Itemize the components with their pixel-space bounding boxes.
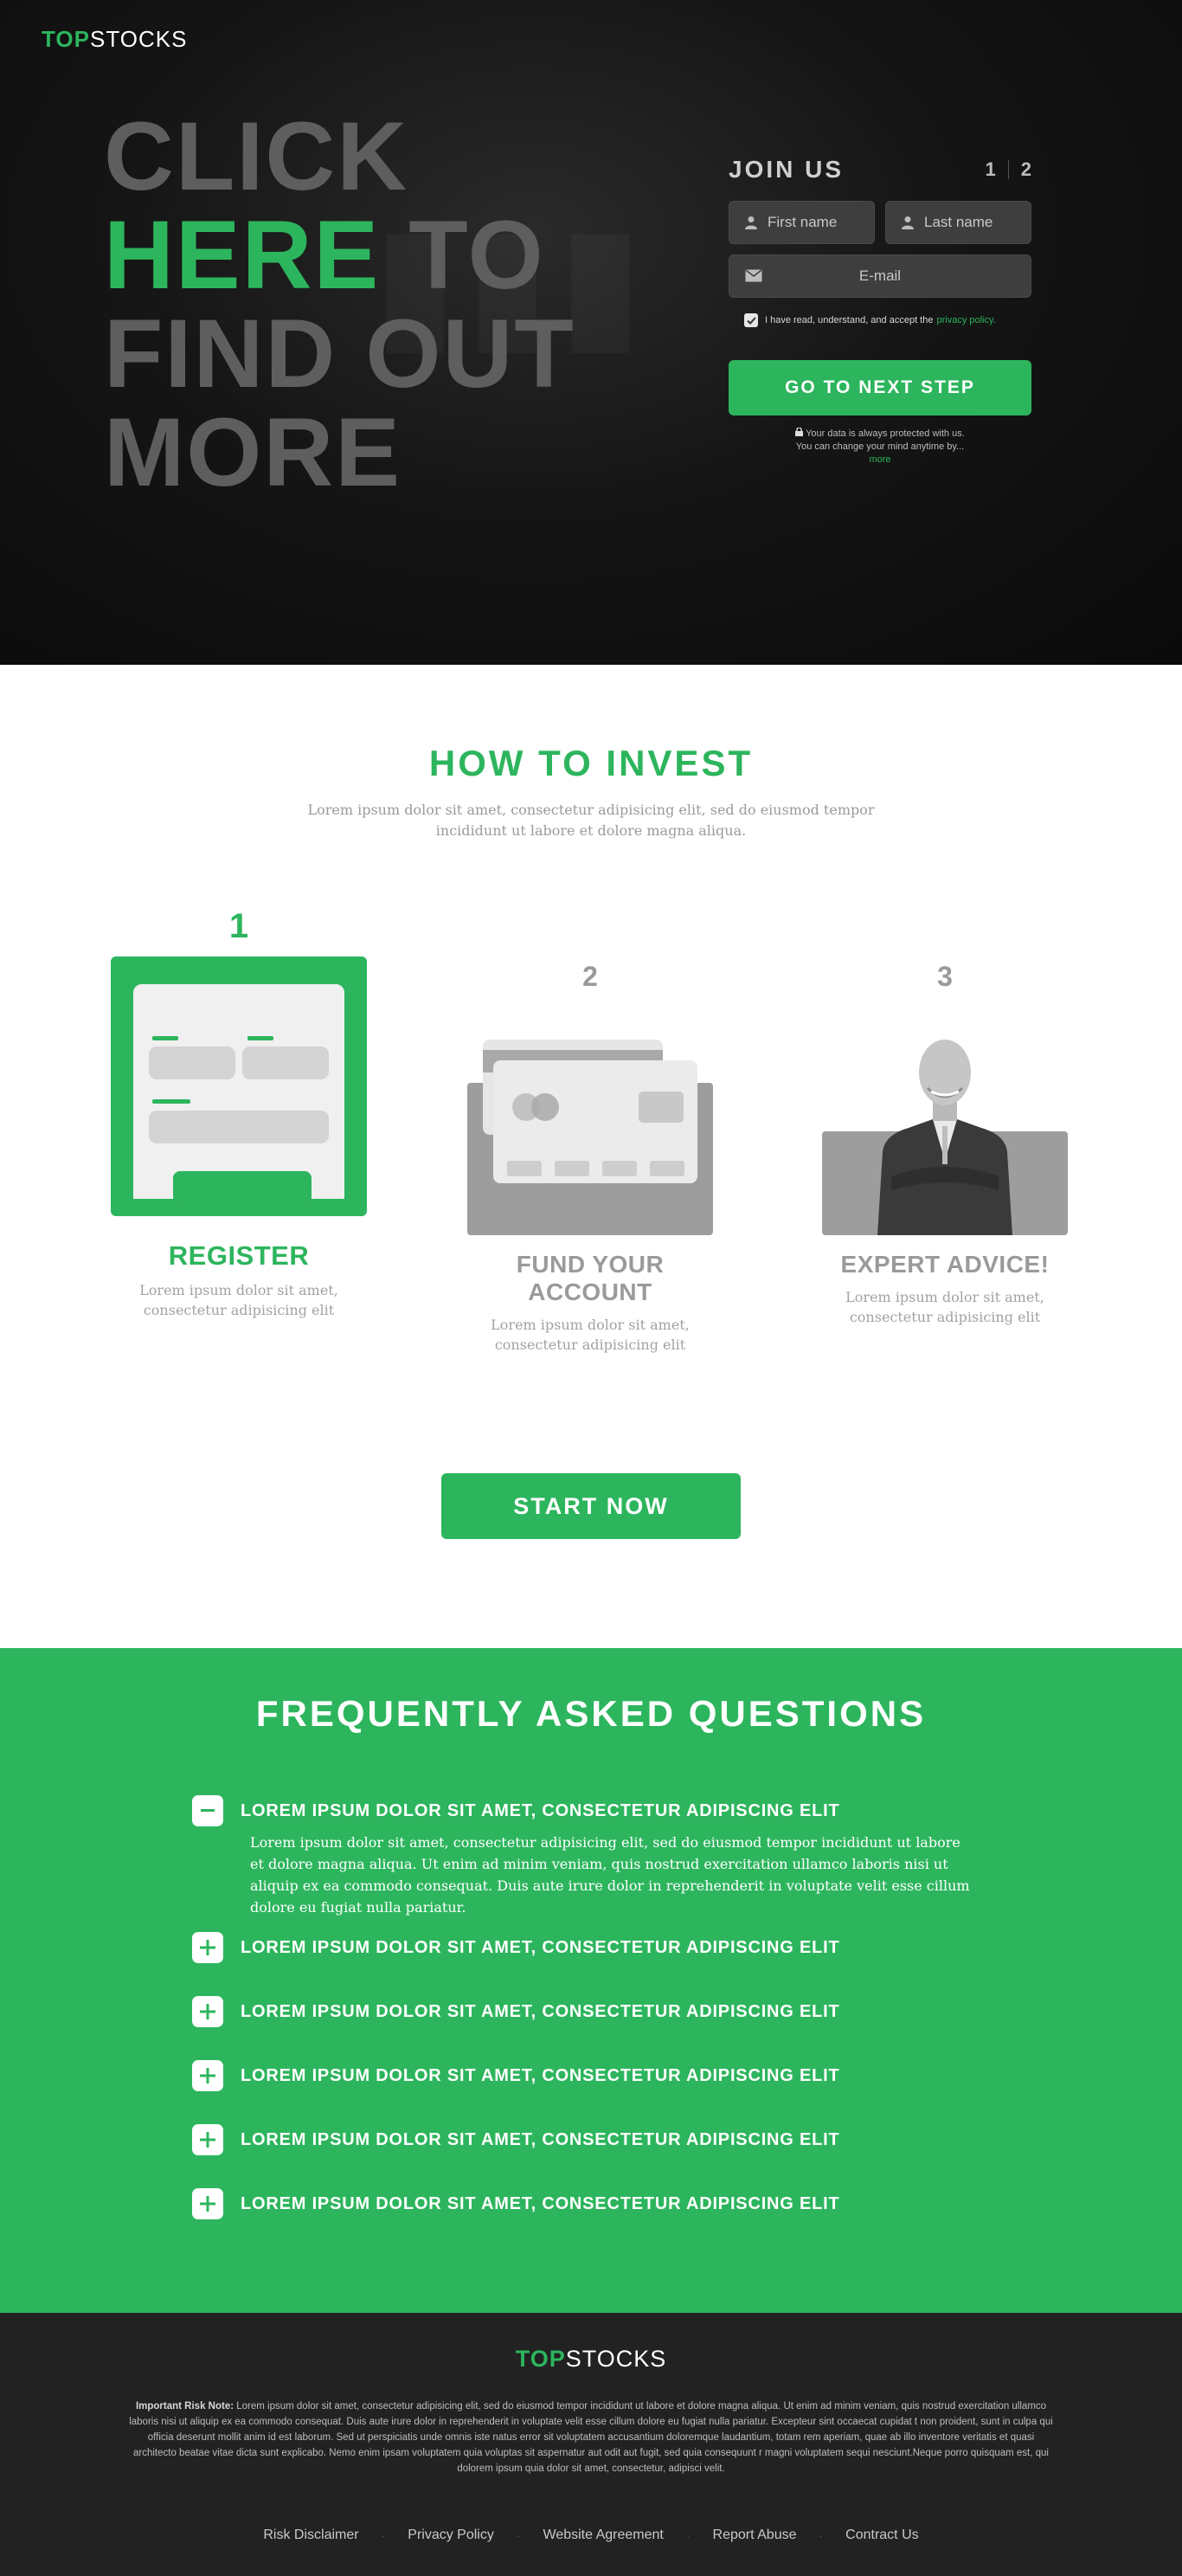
last-name-placeholder: Last name xyxy=(924,214,993,230)
privacy-more-link[interactable]: more xyxy=(729,454,1031,467)
faq-question: LOREM IPSUM DOLOR SIT AMET, CONSECTETUR … xyxy=(241,1938,840,1957)
step-description: Lorem ipsum dolor sit amet, consectetur … xyxy=(845,1289,1044,1325)
faq-section: FREQUENTLY ASKED QUESTIONS LOREM IPSUM D… xyxy=(0,1648,1182,2313)
plus-icon[interactable] xyxy=(192,1932,223,1963)
consent-text: I have read, understand, and accept the xyxy=(765,315,934,325)
faq-question: LOREM IPSUM DOLOR SIT AMET, CONSECTETUR … xyxy=(241,2002,840,2021)
footer-nav: Risk Disclaimer · Privacy Policy · Websi… xyxy=(0,2528,1182,2543)
faq-question-row[interactable]: LOREM IPSUM DOLOR SIT AMET, CONSECTETUR … xyxy=(192,2060,988,2091)
footer: TOPSTOCKS Important Risk Note: Lorem ips… xyxy=(0,2313,1182,2576)
logo-top: TOP xyxy=(515,2346,566,2372)
headline-line-2: TO xyxy=(380,201,545,309)
headline-line-3: FIND OUT xyxy=(104,299,575,408)
credit-card-illustration xyxy=(467,1005,713,1235)
expert-photo xyxy=(822,1005,1068,1235)
user-icon xyxy=(745,216,757,229)
hero-section: ▮▮▮ TOPSTOCKS CLICK HERE TO FIND OUT MOR… xyxy=(0,0,1182,665)
step-title: FUND YOUR ACCOUNT xyxy=(516,1251,665,1305)
plus-icon[interactable] xyxy=(192,1996,223,2027)
step-title: EXPERT ADVICE! xyxy=(840,1251,1050,1278)
plus-icon[interactable] xyxy=(192,2060,223,2091)
last-name-field[interactable]: Last name xyxy=(885,201,1031,244)
privacy-note: Your data is always protected with us. Y… xyxy=(729,427,1031,467)
consent-checkbox[interactable] xyxy=(744,313,758,327)
footer-separator: · xyxy=(685,2528,691,2542)
logo-stocks: STOCKS xyxy=(565,2346,667,2372)
faq-question-row[interactable]: LOREM IPSUM DOLOR SIT AMET, CONSECTETUR … xyxy=(192,1932,988,1963)
footer-separator: · xyxy=(516,2528,521,2542)
faq-question-row[interactable]: LOREM IPSUM DOLOR SIT AMET, CONSECTETUR … xyxy=(192,2124,988,2155)
step-indicator: 1 2 xyxy=(986,158,1032,181)
step-2: 2 xyxy=(1020,158,1031,180)
step-number: 3 xyxy=(937,961,953,992)
faq-list: LOREM IPSUM DOLOR SIT AMET, CONSECTETUR … xyxy=(192,1795,988,2219)
email-field[interactable]: E-mail xyxy=(729,254,1031,298)
step-description: Lorem ipsum dolor sit amet, consectetur … xyxy=(491,1317,690,1353)
risk-note-text: Lorem ipsum dolor sit amet, consectetur … xyxy=(129,2401,1053,2474)
faq-title: FREQUENTLY ASKED QUESTIONS xyxy=(255,1693,927,1734)
headline-highlight: HERE xyxy=(104,201,381,309)
privacy-policy-link[interactable]: privacy policy. xyxy=(936,315,995,325)
faq-question: LOREM IPSUM DOLOR SIT AMET, CONSECTETUR … xyxy=(241,2130,840,2149)
join-title: JOIN US xyxy=(729,156,845,183)
footer-logo[interactable]: TOPSTOCKS xyxy=(0,2346,1182,2373)
step-number: 2 xyxy=(582,961,598,992)
footer-link-risk-disclaimer[interactable]: Risk Disclaimer xyxy=(263,2528,358,2543)
risk-note-label: Important Risk Note: xyxy=(135,2401,234,2412)
step-1: 1 xyxy=(985,158,996,180)
start-now-button[interactable]: START NOW xyxy=(441,1473,741,1539)
join-form: JOIN US 1 2 First name Last name E-mail … xyxy=(729,152,1031,467)
logo-top: TOP xyxy=(42,26,90,52)
plus-icon[interactable] xyxy=(192,2188,223,2219)
footer-link-privacy-policy[interactable]: Privacy Policy xyxy=(408,2528,494,2543)
headline-line-1: CLICK xyxy=(104,102,409,210)
how-to-invest-subtitle: Lorem ipsum dolor sit amet, consectetur … xyxy=(307,802,875,839)
faq-question-row[interactable]: LOREM IPSUM DOLOR SIT AMET, CONSECTETUR … xyxy=(192,1996,988,2027)
step-title: REGISTER xyxy=(168,1240,310,1271)
faq-question-row[interactable]: LOREM IPSUM DOLOR SIT AMET, CONSECTETUR … xyxy=(192,1795,988,1826)
next-step-button[interactable]: GO TO NEXT STEP xyxy=(729,360,1031,415)
hero-headline[interactable]: CLICK HERE TO FIND OUT MORE xyxy=(104,107,575,502)
consent-row: I have read, understand, and accept the … xyxy=(744,313,1031,327)
first-name-placeholder: First name xyxy=(768,214,838,230)
footer-link-contract-us[interactable]: Contract Us xyxy=(845,2528,918,2543)
how-to-invest-title: HOW TO INVEST xyxy=(428,743,754,783)
faq-question: LOREM IPSUM DOLOR SIT AMET, CONSECTETUR … xyxy=(241,2066,840,2085)
faq-question-row[interactable]: LOREM IPSUM DOLOR SIT AMET, CONSECTETUR … xyxy=(192,2188,988,2219)
faq-answer: Lorem ipsum dolor sit amet, consectetur … xyxy=(250,1834,970,1916)
faq-item: LOREM IPSUM DOLOR SIT AMET, CONSECTETUR … xyxy=(192,1795,988,1918)
user-icon xyxy=(902,216,914,229)
email-placeholder: E-mail xyxy=(858,267,902,284)
register-form-illustration xyxy=(111,956,367,1216)
footer-link-website-agreement[interactable]: Website Agreement xyxy=(543,2528,664,2543)
step-card-fund-account[interactable]: 2 FUND YOUR ACCOUNT Lorem ipsum dolor si… xyxy=(460,961,720,1355)
first-name-field[interactable]: First name xyxy=(729,201,875,244)
faq-question: LOREM IPSUM DOLOR SIT AMET, CONSECTETUR … xyxy=(241,1801,840,1820)
faq-question: LOREM IPSUM DOLOR SIT AMET, CONSECTETUR … xyxy=(241,2194,840,2213)
footer-link-report-abuse[interactable]: Report Abuse xyxy=(713,2528,797,2543)
step-number: 1 xyxy=(228,907,249,945)
logo-stocks: STOCKS xyxy=(89,26,188,52)
risk-note: Important Risk Note: Lorem ipsum dolor s… xyxy=(128,2399,1054,2476)
step-card-expert-advice[interactable]: 3 EXPERT ADVICE! Lorem ipsum dolor sit a… xyxy=(815,961,1075,1327)
envelope-icon xyxy=(745,269,762,282)
step-card-register[interactable]: 1 REGISTER Lorem ipsum dolor sit amet, c… xyxy=(109,907,369,1320)
privacy-line-1: Your data is always protected with us. xyxy=(806,428,965,439)
lock-icon xyxy=(795,427,806,439)
step-description: Lorem ipsum dolor sit amet, consectetur … xyxy=(139,1282,338,1318)
privacy-line-2: You can change your mind anytime by... xyxy=(795,441,965,452)
footer-separator: · xyxy=(381,2528,386,2542)
step-divider xyxy=(1007,160,1009,179)
minus-icon[interactable] xyxy=(192,1795,223,1826)
headline-line-4: MORE xyxy=(104,398,401,506)
plus-icon[interactable] xyxy=(192,2124,223,2155)
footer-separator: · xyxy=(819,2528,824,2542)
header-logo[interactable]: TOPSTOCKS xyxy=(42,26,187,53)
